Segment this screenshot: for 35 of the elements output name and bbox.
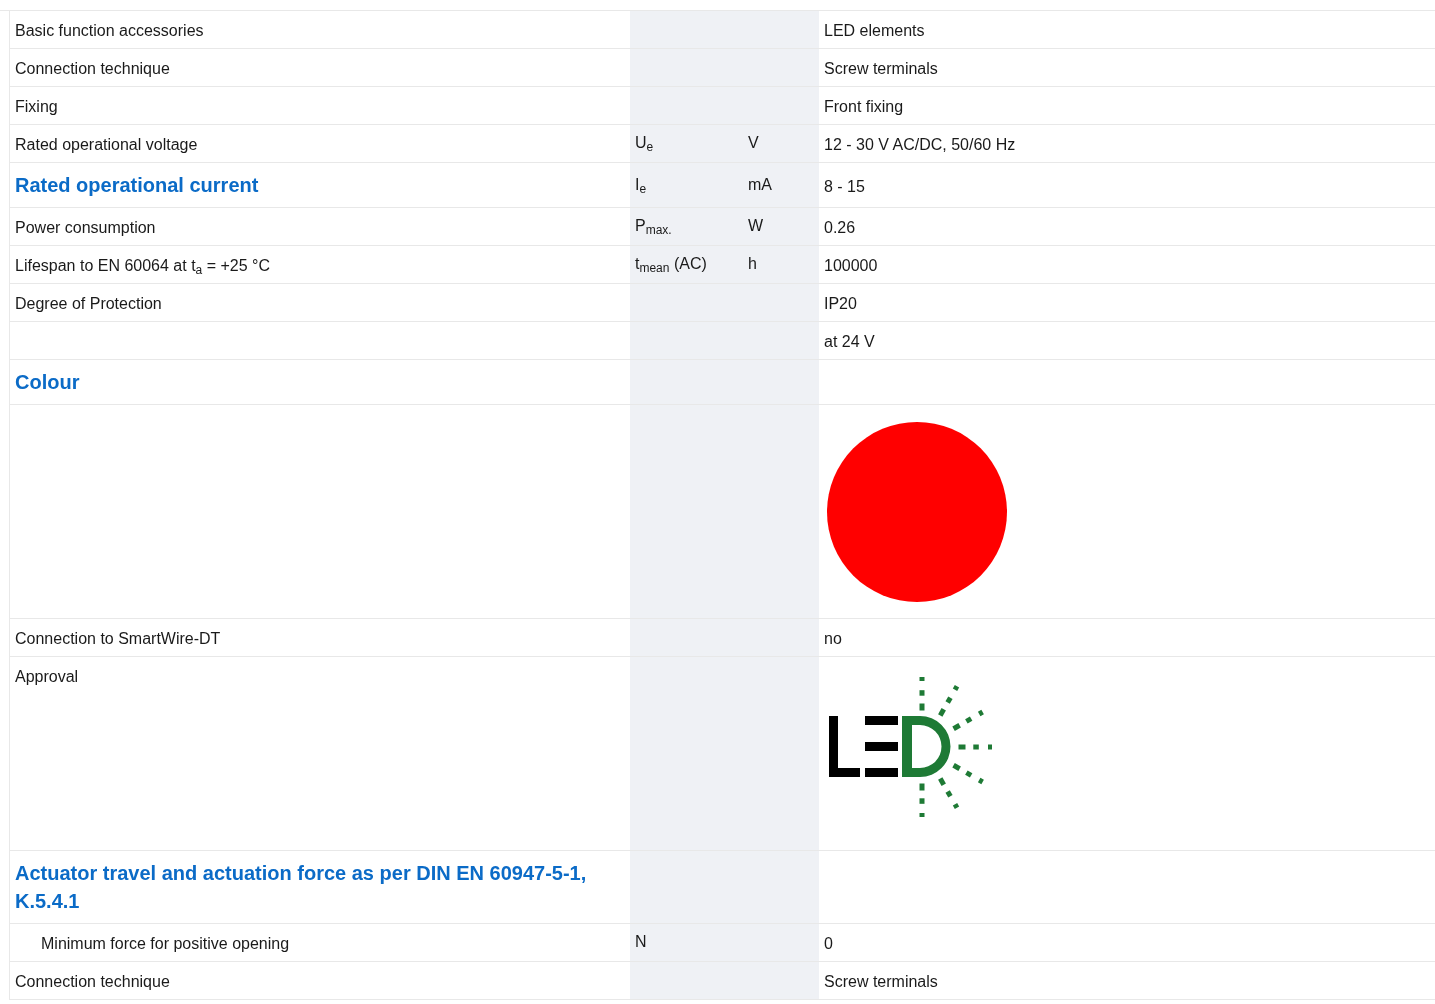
property-label: Minimum force for positive opening xyxy=(41,935,290,952)
unit-cell: mA xyxy=(743,163,819,207)
symbol-cell: N xyxy=(630,924,743,961)
value-text: no xyxy=(824,630,842,647)
property-label: Lifespan to EN 60064 at t$_{a}$ = +25 °C xyxy=(15,257,271,274)
section-heading: Colour xyxy=(15,370,81,395)
property-label: Basic function accessories xyxy=(15,22,204,39)
symbol-cell: I$_{e}$ xyxy=(630,163,743,207)
value-text: Front fixing xyxy=(824,98,904,115)
property-label: Approval xyxy=(15,668,79,685)
property-label: Degree of Protection xyxy=(15,295,162,312)
property-label: Connection to SmartWire-DT xyxy=(15,630,221,647)
unit-cell: V xyxy=(743,125,819,162)
value-text: at 24 V xyxy=(824,333,875,350)
value-text: Screw terminals xyxy=(824,973,938,990)
value-text: 0.26 xyxy=(824,219,856,236)
property-label: Connection technique xyxy=(15,60,170,77)
property-label: Fixing xyxy=(15,98,58,115)
symbol-cell: P$_{max.}$ xyxy=(630,208,743,245)
property-label: Power consumption xyxy=(15,219,156,236)
value-text: IP20 xyxy=(824,295,857,312)
value-text: 8 - 15 xyxy=(824,178,865,195)
property-label: Rated operational voltage xyxy=(15,136,198,153)
section-heading: Rated operational current xyxy=(15,173,260,198)
value-text: 0 xyxy=(824,935,833,952)
value-text: Screw terminals xyxy=(824,60,938,77)
value-text: LED elements xyxy=(824,22,925,39)
section-heading: Actuator travel and actuation force as per DIN EN 60947-5-1, K.5.4.1 xyxy=(15,861,588,914)
symbol-cell: t$_{mean}$ (AC) xyxy=(630,246,743,283)
value-text: 12 - 30 V AC/DC, 50/60 Hz xyxy=(824,136,1016,153)
value-text: 100000 xyxy=(824,257,878,274)
unit-cell: W xyxy=(743,208,819,245)
symbol-cell: U$_{e}$ xyxy=(630,125,743,162)
unit-cell: h xyxy=(743,246,819,283)
property-label: Connection technique xyxy=(15,973,170,990)
